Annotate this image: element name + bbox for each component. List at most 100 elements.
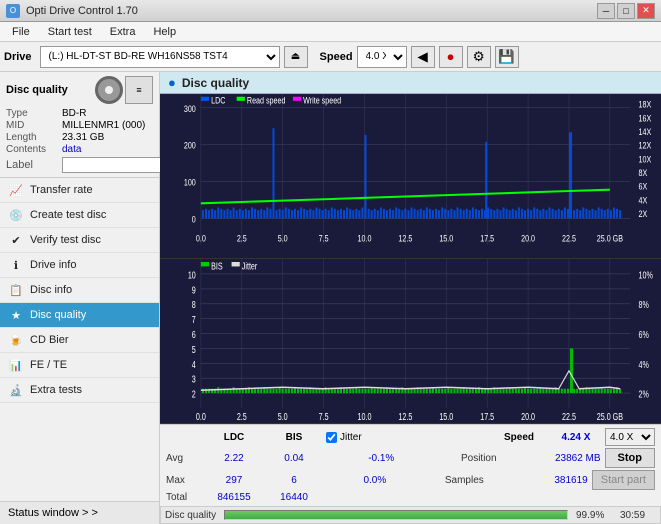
dq-title: Disc quality	[182, 76, 249, 90]
settings-button[interactable]: ⚙	[467, 46, 491, 68]
main-container: Disc quality ≡ Type BD-R MID MILLENMR1 (…	[0, 72, 661, 524]
position-label: Position	[441, 453, 497, 464]
length-value: 23.31 GB	[62, 132, 104, 143]
sidebar: Disc quality ≡ Type BD-R MID MILLENMR1 (…	[0, 72, 160, 524]
svg-text:10%: 10%	[639, 269, 653, 281]
label-field: Label	[6, 159, 62, 171]
jitter-checkbox[interactable]	[326, 432, 337, 443]
ldc-col-header: LDC	[206, 432, 262, 443]
sidebar-item-drive-info[interactable]: ℹ Drive info	[0, 253, 159, 278]
progress-percent: 99.9%	[576, 510, 612, 521]
cd-bier-icon: 🍺	[8, 332, 24, 348]
label-input[interactable]	[62, 157, 162, 173]
speed-dropdown[interactable]: 4.0 X	[605, 428, 655, 446]
bis-chart: 10 9 8 7 6 5 4 3 2 10% 8% 6% 4%	[160, 259, 661, 424]
stats-panel: LDC BIS Jitter Speed 4.24 X 4.0 X	[160, 424, 661, 506]
stop-button[interactable]: Stop	[605, 448, 655, 468]
svg-text:Write speed: Write speed	[303, 95, 341, 106]
drive-info-icon: ℹ	[8, 257, 24, 273]
samples-val: 381619	[488, 475, 588, 486]
type-value: BD-R	[62, 108, 86, 119]
eject-button[interactable]: ⏏	[284, 46, 308, 68]
total-ldc: 846155	[206, 492, 262, 503]
status-window[interactable]: Status window > >	[0, 501, 159, 524]
svg-text:5.0: 5.0	[278, 411, 288, 423]
svg-text:12.5: 12.5	[398, 233, 412, 244]
sidebar-item-extra-tests[interactable]: 🔬 Extra tests	[0, 378, 159, 403]
svg-text:BIS: BIS	[211, 260, 223, 272]
menu-help[interactable]: Help	[145, 25, 184, 39]
svg-text:7: 7	[192, 314, 196, 326]
sidebar-item-verify-test[interactable]: ✔ Verify test disc	[0, 228, 159, 253]
disc-mid-row: MID MILLENMR1 (000)	[6, 120, 153, 131]
svg-text:10: 10	[188, 269, 196, 281]
svg-text:12X: 12X	[639, 140, 652, 151]
sidebar-item-fe-te[interactable]: 📊 FE / TE	[0, 353, 159, 378]
avg-ldc: 2.22	[206, 453, 262, 464]
svg-text:22.5: 22.5	[562, 411, 576, 423]
svg-text:2.5: 2.5	[237, 411, 247, 423]
position-val: 23862 MB	[501, 453, 601, 464]
disc-panel: Disc quality ≡ Type BD-R MID MILLENMR1 (…	[0, 72, 159, 178]
prev-button[interactable]: ◀	[411, 46, 435, 68]
svg-text:10.0: 10.0	[358, 233, 372, 244]
svg-text:15.0: 15.0	[439, 233, 453, 244]
speed-col-header: Speed	[491, 432, 547, 443]
svg-text:2%: 2%	[639, 388, 649, 400]
start-part-button[interactable]: Start part	[592, 470, 655, 490]
avg-bis: 0.04	[266, 453, 322, 464]
max-label: Max	[166, 475, 202, 486]
maximize-button[interactable]: □	[617, 3, 635, 19]
sidebar-item-disc-info[interactable]: 📋 Disc info	[0, 278, 159, 303]
sidebar-item-cd-bier[interactable]: 🍺 CD Bier	[0, 328, 159, 353]
bis-chart-svg: 10 9 8 7 6 5 4 3 2 10% 8% 6% 4%	[160, 259, 661, 423]
disc-section-title: Disc quality	[6, 84, 68, 96]
close-button[interactable]: ✕	[637, 3, 655, 19]
svg-text:10X: 10X	[639, 153, 652, 164]
svg-text:17.5: 17.5	[480, 233, 494, 244]
svg-text:3: 3	[192, 373, 196, 385]
avg-label: Avg	[166, 453, 202, 464]
sidebar-item-disc-quality[interactable]: ★ Disc quality	[0, 303, 159, 328]
verify-test-icon: ✔	[8, 232, 24, 248]
save-button[interactable]: 💾	[495, 46, 519, 68]
progress-bar	[224, 510, 568, 520]
drive-select[interactable]: (L:) HL-DT-ST BD-RE WH16NS58 TST4	[40, 46, 280, 68]
titlebar-title: Opti Drive Control 1.70	[26, 5, 138, 17]
sidebar-item-transfer-rate[interactable]: 📈 Transfer rate	[0, 178, 159, 203]
jitter-label: Jitter	[340, 432, 362, 443]
svg-text:14X: 14X	[639, 126, 652, 137]
svg-text:0.0: 0.0	[196, 233, 206, 244]
max-ldc: 297	[206, 475, 262, 486]
app-icon: O	[6, 4, 20, 18]
mid-value: MILLENMR1 (000)	[62, 120, 145, 131]
avg-jitter: -0.1%	[326, 453, 437, 464]
svg-text:22.5: 22.5	[562, 233, 576, 244]
total-label: Total	[166, 492, 202, 503]
record-button[interactable]: ●	[439, 46, 463, 68]
titlebar-controls: ─ □ ✕	[597, 3, 655, 19]
minimize-button[interactable]: ─	[597, 3, 615, 19]
svg-text:17.5: 17.5	[480, 411, 494, 423]
svg-text:8: 8	[192, 299, 196, 311]
contents-field: Contents	[6, 144, 62, 155]
svg-text:2X: 2X	[639, 208, 648, 219]
total-bis: 16440	[266, 492, 322, 503]
disc-contents-row: Contents data	[6, 144, 153, 155]
svg-text:Read speed: Read speed	[247, 95, 286, 106]
sidebar-item-create-test[interactable]: 💿 Create test disc	[0, 203, 159, 228]
status-window-label: Status window > >	[8, 507, 98, 519]
svg-text:25.0 GB: 25.0 GB	[597, 233, 624, 244]
svg-text:18X: 18X	[639, 99, 652, 110]
svg-text:20.0: 20.0	[521, 411, 535, 423]
menu-extra[interactable]: Extra	[102, 25, 144, 39]
menu-start-test[interactable]: Start test	[40, 25, 100, 39]
menu-file[interactable]: File	[4, 25, 38, 39]
content-area: ● Disc quality	[160, 72, 661, 524]
svg-text:12.5: 12.5	[398, 411, 412, 423]
drive-toolbar: Drive (L:) HL-DT-ST BD-RE WH16NS58 TST4 …	[0, 42, 661, 72]
speed-select[interactable]: 4.0 X 1.0 X 2.0 X 8.0 X	[357, 46, 407, 68]
svg-text:7.5: 7.5	[319, 233, 329, 244]
svg-text:6X: 6X	[639, 181, 648, 192]
svg-text:7.5: 7.5	[319, 411, 329, 423]
